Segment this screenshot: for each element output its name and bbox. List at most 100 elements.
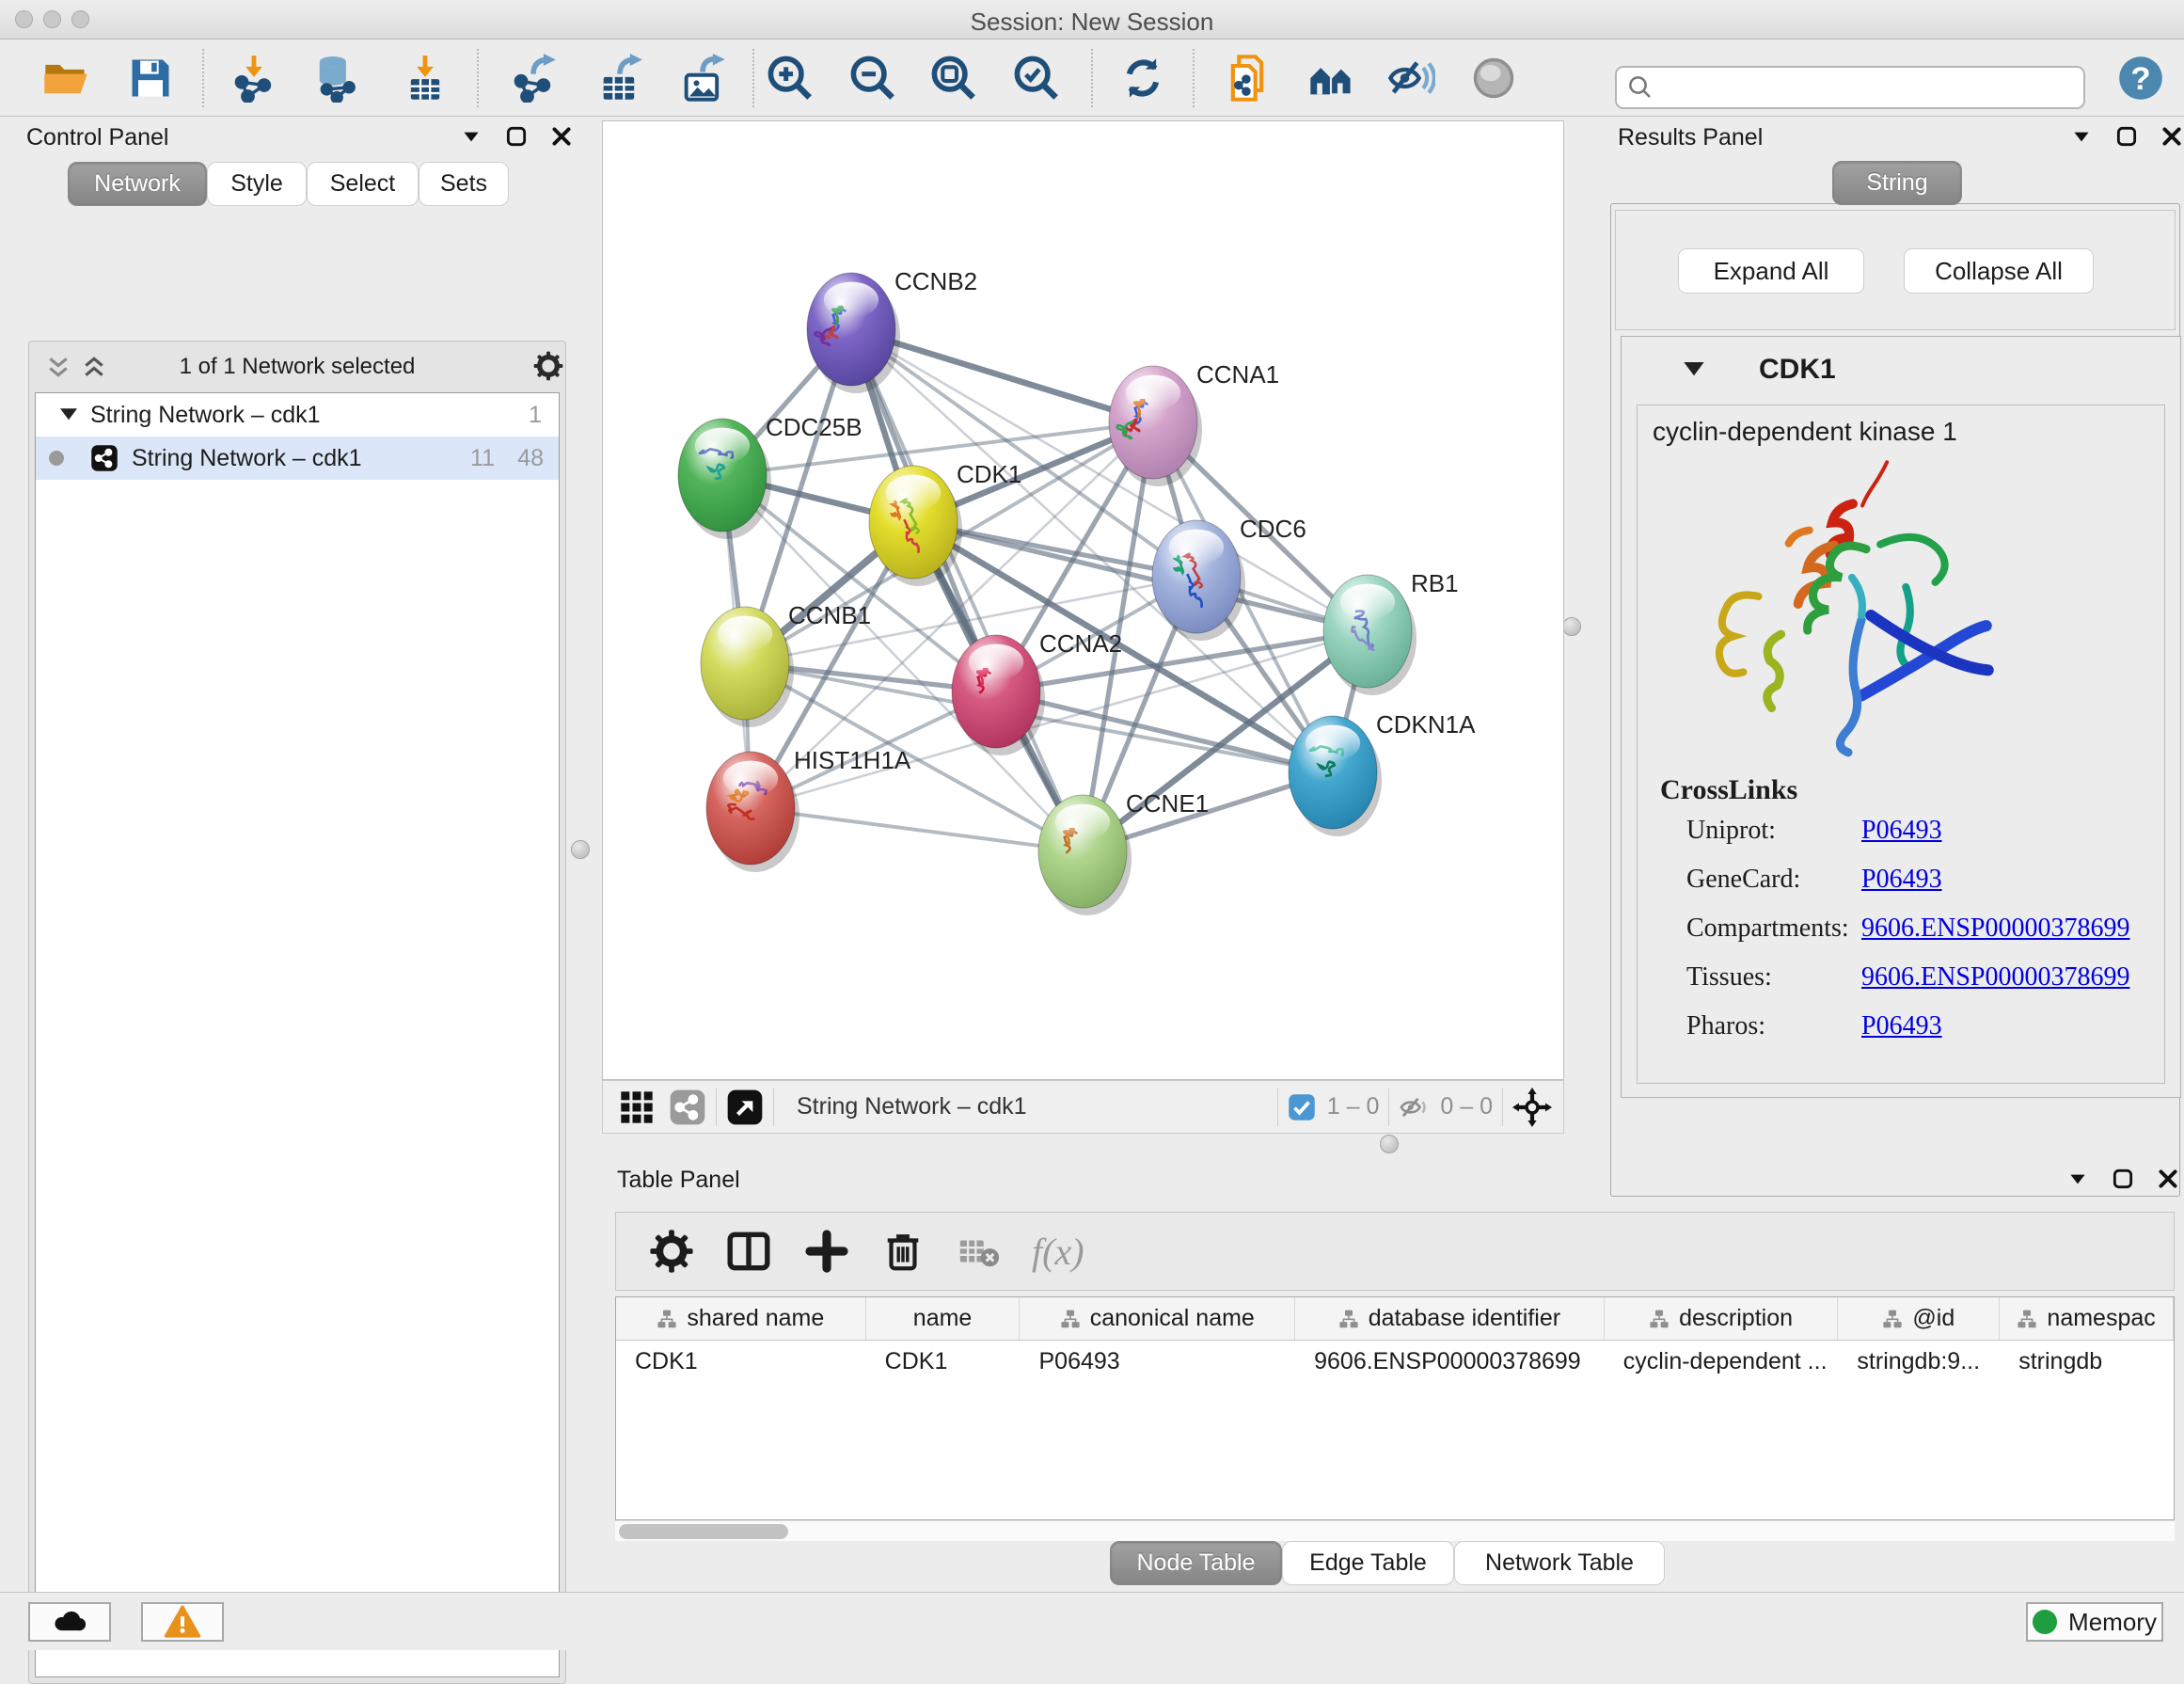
table-cell[interactable]: stringdb:9...	[1838, 1348, 2000, 1375]
table-cell[interactable]: cyclin-dependent ...	[1605, 1348, 1839, 1375]
tab-sets[interactable]: Sets	[419, 162, 509, 206]
memory-button[interactable]: Memory	[2026, 1602, 2163, 1642]
network-canvas[interactable]: CCNB2 CCNA1 CDC25BCDK1 CDC6RB1 CCNB1 CCNA2 CDK…	[602, 120, 1564, 1080]
disclosure-triangle-icon[interactable]	[1684, 362, 1704, 377]
zoom-in-icon[interactable]	[766, 54, 815, 103]
network-node-CCNE1[interactable]: CCNE1	[1038, 789, 1209, 915]
hide-selected-icon[interactable]	[1386, 54, 1435, 103]
network-node-CDC6[interactable]: CDC6	[1152, 515, 1306, 641]
splitter-handle[interactable]	[571, 840, 590, 859]
network-node-CDKN1A[interactable]: CDKN1A	[1289, 710, 1476, 836]
collapse-all-button[interactable]: Collapse All	[1904, 248, 2094, 294]
help-icon[interactable]: ?	[2116, 54, 2165, 103]
gear-icon[interactable]	[533, 351, 563, 381]
export-image-icon[interactable]	[678, 54, 727, 103]
tab-edge-table[interactable]: Edge Table	[1282, 1541, 1454, 1585]
tab-network[interactable]: Network	[68, 162, 207, 206]
import-network-icon[interactable]	[229, 54, 278, 103]
network-node-CDK1[interactable]: CDK1	[869, 460, 1021, 586]
horizontal-scrollbar[interactable]	[615, 1520, 2175, 1541]
tab-style[interactable]: Style	[207, 162, 307, 206]
save-icon[interactable]	[126, 54, 175, 103]
protein-header-row[interactable]: CDK1	[1622, 337, 2180, 403]
import-table-icon[interactable]	[401, 54, 450, 103]
open-folder-icon[interactable]	[41, 54, 90, 103]
table-cell[interactable]: stringdb	[2000, 1348, 2174, 1375]
network-collection-row[interactable]: String Network – cdk1 1	[36, 393, 559, 437]
disclosure-triangle-icon[interactable]	[60, 408, 77, 421]
export-network-icon[interactable]	[509, 54, 558, 103]
birdseye-view-icon[interactable]	[726, 1088, 764, 1126]
crosslink-link[interactable]: P06493	[1861, 865, 1942, 895]
network-node-RB1[interactable]: RB1	[1323, 569, 1459, 695]
panel-menu-icon[interactable]	[2065, 1167, 2090, 1191]
import-database-icon[interactable]	[310, 54, 359, 103]
grid-view-icon[interactable]	[618, 1088, 656, 1126]
tab-string[interactable]: String	[1832, 161, 1962, 205]
network-node-CCNA2[interactable]: CCNA2	[952, 629, 1122, 755]
splitter-handle[interactable]	[1562, 617, 1581, 636]
protein-section: CDK1 cyclin-dependent kinase 1	[1621, 336, 2181, 1098]
add-column-icon[interactable]	[804, 1229, 849, 1274]
refresh-icon[interactable]	[1118, 54, 1167, 103]
search-field[interactable]	[1615, 66, 2085, 109]
network-list-icon[interactable]	[669, 1088, 706, 1126]
show-columns-icon[interactable]	[725, 1228, 772, 1275]
panel-close-icon[interactable]	[549, 124, 574, 149]
panel-menu-icon[interactable]	[459, 124, 483, 149]
tab-network-table[interactable]: Network Table	[1454, 1541, 1665, 1585]
show-all-icon[interactable]	[1469, 54, 1518, 103]
selected-checkbox-icon[interactable]	[1288, 1093, 1316, 1121]
table-cell[interactable]: P06493	[1020, 1348, 1295, 1375]
column-header[interactable]: description	[1605, 1297, 1839, 1340]
column-header[interactable]: namespac	[2000, 1297, 2174, 1340]
gear-icon[interactable]	[650, 1230, 693, 1273]
panel-menu-icon[interactable]	[2069, 124, 2094, 149]
network-node-CDC25B[interactable]: CDC25B	[678, 413, 863, 539]
tab-node-table[interactable]: Node Table	[1110, 1541, 1282, 1585]
crosslink-link[interactable]: P06493	[1861, 816, 1942, 846]
tab-select[interactable]: Select	[307, 162, 419, 206]
zoom-out-icon[interactable]	[848, 54, 897, 103]
duplicate-network-icon[interactable]	[1223, 54, 1272, 103]
panel-title: Control Panel	[26, 124, 168, 151]
network-node-HIST1H1A[interactable]: HIST1H1A	[706, 746, 911, 872]
network-row[interactable]: String Network – cdk1 11 48	[36, 437, 559, 480]
splitter-handle[interactable]	[1380, 1135, 1399, 1153]
cloud-button[interactable]	[28, 1602, 111, 1642]
panel-float-icon[interactable]	[2114, 124, 2139, 149]
crosslink-link[interactable]: 9606.ENSP00000378699	[1861, 962, 2129, 993]
zoom-fit-icon[interactable]	[929, 54, 978, 103]
first-neighbors-icon[interactable]	[1306, 54, 1355, 103]
column-header[interactable]: canonical name	[1020, 1297, 1295, 1340]
panel-float-icon[interactable]	[2111, 1167, 2135, 1191]
network-node-CCNB2[interactable]: CCNB2	[807, 267, 977, 393]
column-header[interactable]: shared name	[616, 1297, 866, 1340]
control-panel: Control Panel Network Style Select Sets …	[9, 117, 564, 1573]
node-count: 11	[470, 445, 495, 472]
panel-close-icon[interactable]	[2160, 124, 2184, 149]
column-header[interactable]: name	[866, 1297, 1021, 1340]
crosslink-link[interactable]: P06493	[1861, 1011, 1942, 1041]
export-table-icon[interactable]	[595, 54, 644, 103]
table-cell[interactable]: 9606.ENSP00000378699	[1295, 1348, 1605, 1375]
search-input[interactable]	[1662, 69, 2083, 106]
table-cell[interactable]: CDK1	[616, 1348, 866, 1375]
zoom-selected-icon[interactable]	[1012, 54, 1061, 103]
network-node-CCNA1[interactable]: CCNA1	[1109, 360, 1279, 486]
table-row[interactable]: CDK1CDK1P064939606.ENSP00000378699cyclin…	[616, 1341, 2174, 1382]
column-header[interactable]: database identifier	[1295, 1297, 1605, 1340]
delete-column-icon[interactable]	[881, 1230, 925, 1273]
panel-float-icon[interactable]	[504, 124, 529, 149]
scrollbar-thumb[interactable]	[619, 1524, 788, 1539]
expand-all-button[interactable]: Expand All	[1678, 248, 1864, 294]
table-cell[interactable]: CDK1	[866, 1348, 1021, 1375]
warning-button[interactable]	[141, 1602, 224, 1642]
network-edge[interactable]	[751, 808, 1083, 851]
crosslink-link[interactable]: 9606.ENSP00000378699	[1861, 913, 2129, 944]
network-node-CCNB1[interactable]: CCNB1	[701, 601, 871, 727]
column-header[interactable]: @id	[1838, 1297, 2000, 1340]
panel-close-icon[interactable]	[2156, 1167, 2180, 1191]
pan-crosshair-icon[interactable]	[1512, 1088, 1552, 1127]
network-graph[interactable]: CCNB2 CCNA1 CDC25BCDK1 CDC6RB1 CCNB1 CCNA2 CDK…	[603, 121, 1563, 1079]
